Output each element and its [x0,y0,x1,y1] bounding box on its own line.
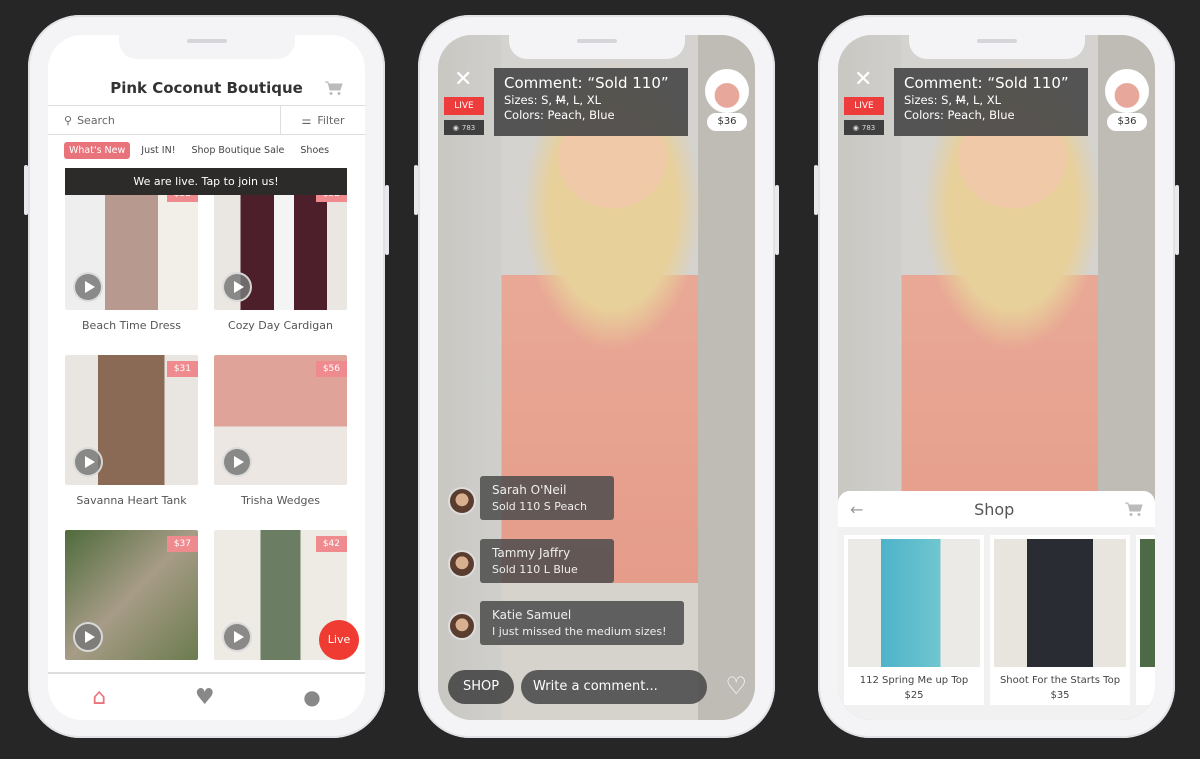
cart-icon[interactable] [1125,502,1143,516]
play-icon[interactable] [73,622,103,652]
colors-line: Colors: Peach, Blue [904,108,1015,122]
play-icon[interactable] [73,447,103,477]
shop-item-name: Shoot For the Starts Top [999,675,1121,686]
home-icon[interactable]: ⌂ [92,685,106,710]
heart-icon[interactable]: ♡ [725,672,747,700]
product-name: Beach Time Dress [82,319,181,332]
product-info-box: Comment: “Sold 110” Sizes: S, M, L, XL C… [494,68,688,136]
filter-button[interactable]: ⚌ Filter [281,106,365,134]
shop-item-price: $25 [904,690,924,701]
heart-icon[interactable]: ♥ [195,685,215,710]
product-price: $36 [1107,113,1147,131]
live-shop-screen: ✕ LIVE ◉ 783 Comment: “Sold 110” Sizes: S… [838,35,1155,720]
comment-item: Tammy Jaffry Sold 110 L Blue [480,539,614,583]
product-name: Savanna Heart Tank [76,494,187,507]
shop-item-partial[interactable] [1136,535,1155,705]
eye-icon: ◉ [452,123,459,132]
avatar [448,612,476,640]
catalog-screen: Pink Coconut Boutique ⚲ Search ⚌ Filter Wh… [48,35,365,720]
comment-item: Sarah O'Neil Sold 110 S Peach [480,476,614,520]
comment-instruction: Comment: “Sold 110” [504,74,669,92]
shop-item-price: $35 [1050,690,1070,701]
product-thumbnail[interactable] [705,69,749,113]
close-icon[interactable]: ✕ [854,67,872,92]
profile-icon[interactable]: ● [303,685,320,709]
cart-icon[interactable] [325,81,343,95]
product-thumbnail[interactable] [1105,69,1149,113]
product-card[interactable]: $52Cozy Day Cardigan [214,180,347,355]
viewer-count: ◉ 783 [844,120,884,135]
price-tag: $42 [315,536,347,552]
sizes-line: Sizes: S, M, L, XL [504,93,602,107]
play-icon[interactable] [222,622,252,652]
shop-item-name: 112 Spring Me up Top [859,675,969,686]
live-button[interactable]: Live [319,620,359,660]
comment-input[interactable]: Write a comment... [521,670,707,704]
sliders-icon: ⚌ [301,113,312,127]
colors-line: Colors: Peach, Blue [504,108,615,122]
shop-title: Shop [974,499,1015,519]
live-screen: ✕ LIVE ◉ 783 Comment: “Sold 110” Sizes: S… [438,35,755,720]
product-price: $36 [707,113,747,131]
product-name: Trisha Wedges [240,494,321,507]
live-badge: LIVE [844,97,884,115]
product-card[interactable]: $31 Savanna Heart Tank [65,355,198,530]
search-icon: ⚲ [64,113,73,127]
store-title: Pink Coconut Boutique [110,79,303,97]
product-card[interactable]: $56 Trisha Wedges [214,355,347,530]
category-whats-new[interactable]: What's New [64,142,131,159]
price-tag: $31 [166,361,198,377]
phone-catalog: Pink Coconut Boutique ⚲ Search ⚌ Filter Wh… [24,15,389,738]
eye-icon: ◉ [852,123,859,132]
price-tag: $56 [315,361,347,377]
shop-panel: ← Shop 112 Spring Me up Top $25 Shoot For… [838,491,1155,720]
shop-item[interactable]: Shoot For the Starts Top $35 [990,535,1130,705]
viewer-number: 783 [861,123,876,132]
comment-item: Katie Samuel I just missed the medium siz… [480,601,684,645]
live-banner[interactable]: We are live. Tap to join us! [65,168,347,195]
viewer-count: ◉ 783 [444,120,484,135]
play-icon[interactable] [73,272,103,302]
close-icon[interactable]: ✕ [454,67,472,92]
live-badge: LIVE [444,97,484,115]
search-placeholder: Search [77,113,115,127]
category-shoes[interactable]: Shoes [295,142,334,159]
phone-live: ✕ LIVE ◉ 783 Comment: “Sold 110” Sizes: S… [414,15,779,738]
price-tag: $37 [166,536,198,552]
shop-button[interactable]: SHOP [448,670,514,704]
sizes-line: Sizes: S, M, L, XL [904,93,1002,107]
category-just-in[interactable]: Just IN! [136,142,180,159]
play-icon[interactable] [222,272,252,302]
category-boutique-sale[interactable]: Shop Boutique Sale [187,142,290,159]
product-info-box: Comment: “Sold 110” Sizes: S, M, L, XL C… [894,68,1088,136]
play-icon[interactable] [222,447,252,477]
search-input[interactable]: ⚲ Search [48,106,281,134]
shop-item[interactable]: 112 Spring Me up Top $25 [844,535,984,705]
avatar [448,550,476,578]
product-name: Cozy Day Cardigan [228,319,333,332]
viewer-number: 783 [461,123,476,132]
filter-label: Filter [317,113,345,127]
back-arrow-icon[interactable]: ← [850,500,863,519]
comment-instruction: Comment: “Sold 110” [904,74,1069,92]
phone-live-shop: ✕ LIVE ◉ 783 Comment: “Sold 110” Sizes: S… [814,15,1179,738]
avatar [448,487,476,515]
product-card[interactable]: $52Beach Time Dress [65,180,198,355]
